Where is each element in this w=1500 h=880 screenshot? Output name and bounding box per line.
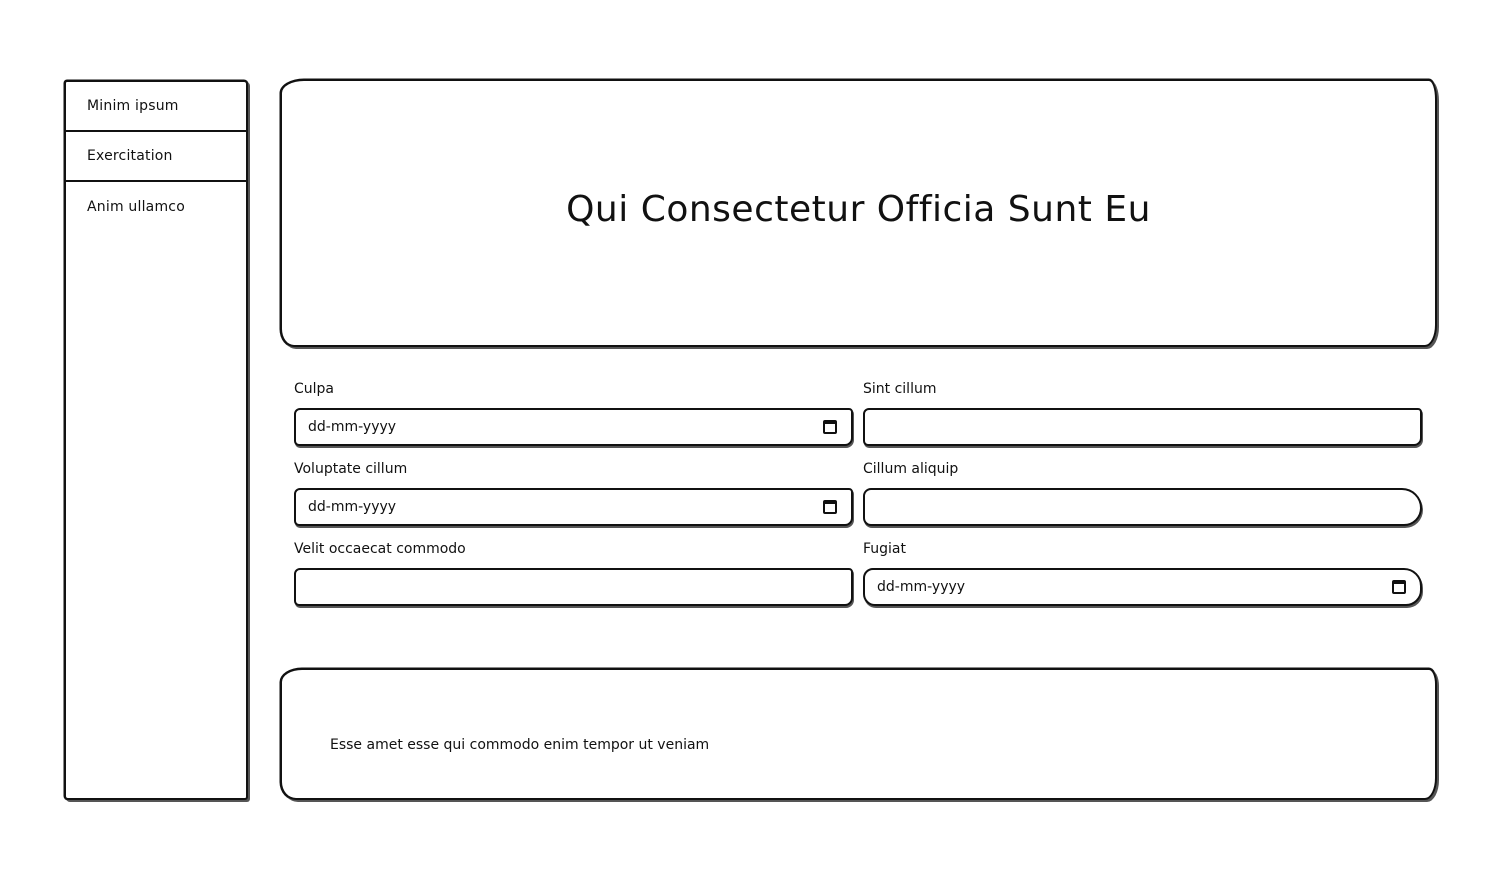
field-label: Sint cillum (863, 381, 937, 397)
page: Minim ipsum Exercitation Anim ullamco Qu… (0, 0, 1500, 880)
footer-text: Esse amet esse qui commodo enim tempor u… (330, 737, 710, 753)
fugiat-date-input[interactable]: dd-mm-yyyy (863, 568, 1422, 606)
header-card: Qui Consectetur Officia Sunt Eu (280, 79, 1437, 347)
footer-card: Esse amet esse qui commodo enim tempor u… (280, 668, 1437, 800)
cillum-aliquip-input[interactable] (863, 488, 1422, 526)
form-row: Culpa dd-mm-yyyy Sint cillum (294, 378, 1422, 446)
sidebar-item-label: Minim ipsum (87, 98, 179, 114)
date-placeholder: dd-mm-yyyy (308, 419, 397, 435)
sidebar-item-minim-ipsum[interactable]: Minim ipsum (66, 82, 246, 132)
field-label: Voluptate cillum (294, 461, 408, 477)
form: Culpa dd-mm-yyyy Sint cillum Voluptate c… (294, 378, 1422, 618)
sidebar: Minim ipsum Exercitation Anim ullamco (64, 80, 248, 800)
date-placeholder: dd-mm-yyyy (877, 579, 966, 595)
sidebar-item-label: Anim ullamco (87, 199, 185, 215)
field-label: Cillum aliquip (863, 461, 959, 477)
field-label: Culpa (294, 381, 335, 397)
calendar-icon[interactable] (1392, 580, 1406, 594)
field-label: Fugiat (863, 541, 907, 557)
velit-occaecat-commodo-input[interactable] (294, 568, 853, 606)
field-sint-cillum: Sint cillum (863, 378, 1422, 446)
form-row: Voluptate cillum dd-mm-yyyy Cillum aliqu… (294, 458, 1422, 526)
field-velit-occaecat-commodo: Velit occaecat commodo (294, 538, 853, 606)
calendar-icon[interactable] (823, 500, 837, 514)
sidebar-item-exercitation[interactable]: Exercitation (66, 132, 246, 182)
sidebar-item-label: Exercitation (87, 148, 173, 164)
field-fugiat: Fugiat dd-mm-yyyy (863, 538, 1422, 606)
sidebar-item-anim-ullamco[interactable]: Anim ullamco (66, 182, 246, 232)
sint-cillum-input[interactable] (863, 408, 1422, 446)
field-label: Velit occaecat commodo (294, 541, 466, 557)
field-culpa: Culpa dd-mm-yyyy (294, 378, 853, 446)
culpa-date-input[interactable]: dd-mm-yyyy (294, 408, 853, 446)
date-placeholder: dd-mm-yyyy (308, 499, 397, 515)
field-cillum-aliquip: Cillum aliquip (863, 458, 1422, 526)
field-voluptate-cillum: Voluptate cillum dd-mm-yyyy (294, 458, 853, 526)
page-title: Qui Consectetur Officia Sunt Eu (566, 188, 1151, 230)
calendar-icon[interactable] (823, 420, 837, 434)
voluptate-cillum-date-input[interactable]: dd-mm-yyyy (294, 488, 853, 526)
form-row: Velit occaecat commodo Fugiat dd-mm-yyyy (294, 538, 1422, 606)
